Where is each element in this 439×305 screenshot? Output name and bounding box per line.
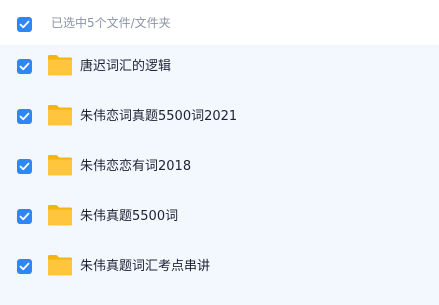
item-name: 朱伟真题词汇考点串讲 (80, 259, 211, 274)
item-name: 朱伟真题5500词 (80, 209, 179, 224)
folder-icon (47, 53, 73, 77)
checkmark-icon (19, 212, 30, 221)
checkmark-icon (19, 162, 30, 171)
item-name: 朱伟恋恋有词2018 (80, 159, 192, 174)
selection-header: 已选中5个文件/文件夹 (0, 0, 439, 45)
list-item[interactable]: 朱伟真题5500词 (0, 195, 439, 245)
item-checkbox[interactable] (17, 59, 32, 74)
item-name: 唐迟词汇的逻辑 (80, 59, 172, 74)
item-name: 朱伟恋词真题5500词2021 (80, 109, 238, 124)
list-item[interactable]: 朱伟真题词汇考点串讲 (0, 245, 439, 295)
item-checkbox[interactable] (17, 109, 32, 124)
folder-icon (47, 203, 73, 227)
checkmark-icon (19, 62, 30, 71)
list-item[interactable]: 朱伟恋恋有词2018 (0, 145, 439, 195)
item-checkbox[interactable] (17, 209, 32, 224)
list-item[interactable]: 唐迟词汇的逻辑 (0, 45, 439, 95)
checkmark-icon (19, 262, 30, 271)
folder-icon (47, 253, 73, 277)
select-all-checkbox[interactable] (17, 17, 32, 32)
selection-count-text: 已选中5个文件/文件夹 (51, 16, 171, 30)
item-checkbox[interactable] (17, 259, 32, 274)
checkmark-icon (19, 112, 30, 121)
checkmark-icon (19, 20, 30, 29)
file-list: 唐迟词汇的逻辑 朱伟恋词真题5500词2021 朱伟恋恋有词2018 朱伟真题5… (0, 45, 439, 305)
folder-icon (47, 103, 73, 127)
folder-icon (47, 153, 73, 177)
file-list-panel: 已选中5个文件/文件夹 唐迟词汇的逻辑 朱伟恋词真题5500词2021 朱伟恋恋… (0, 0, 439, 305)
item-checkbox[interactable] (17, 159, 32, 174)
list-item[interactable]: 朱伟恋词真题5500词2021 (0, 95, 439, 145)
